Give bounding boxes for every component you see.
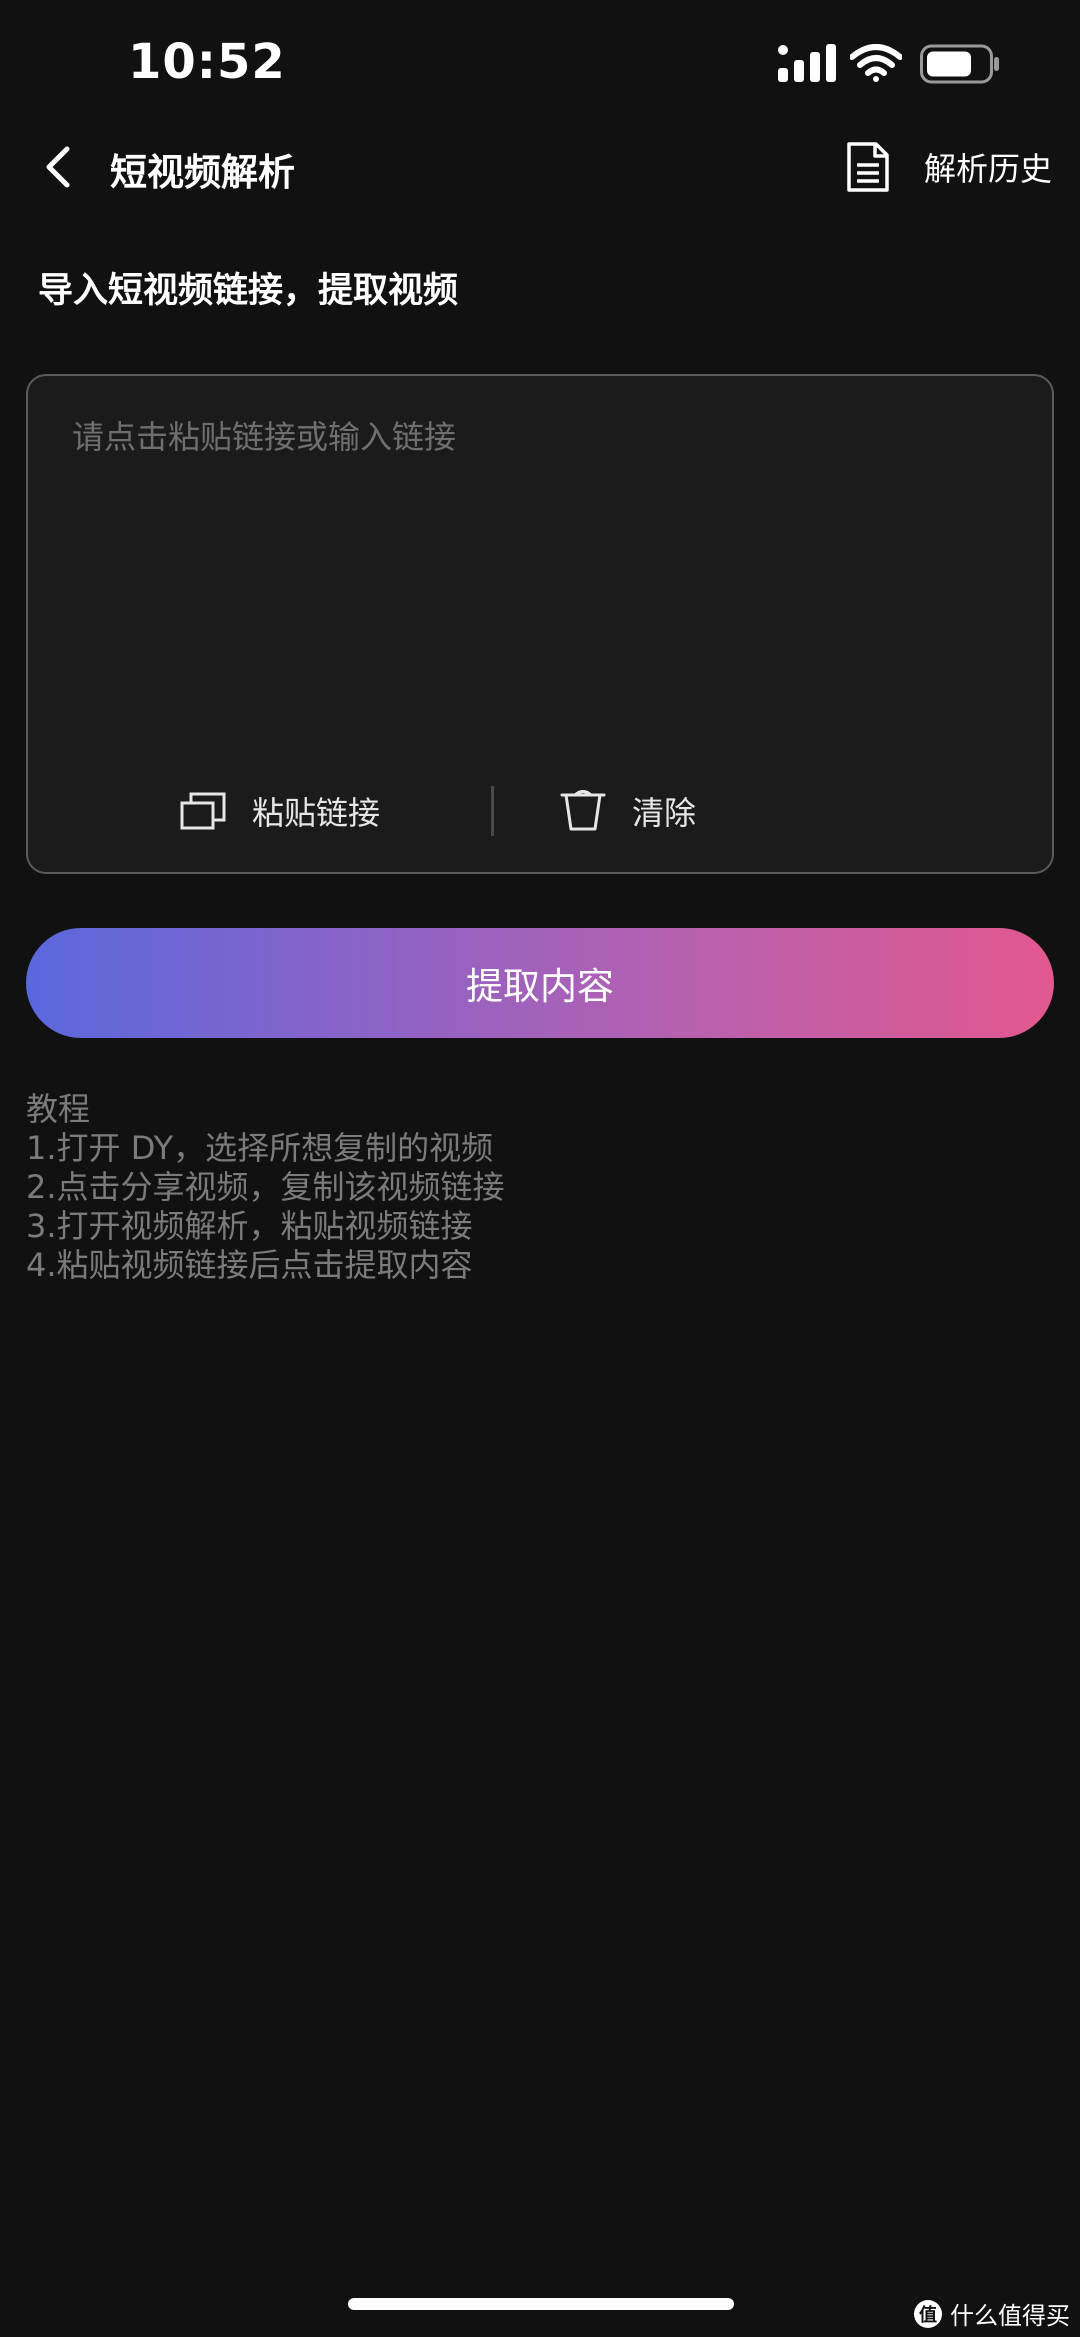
extract-content-label: 提取内容 (466, 966, 614, 1007)
watermark-text: 什么值得买 (950, 2302, 1070, 2330)
cellular-signal-icon (778, 44, 836, 82)
section-subtitle: 导入短视频链接，提取视频 (38, 271, 459, 311)
copy-icon (180, 792, 226, 830)
nav-bar: 短视频解析 解析历史 (0, 126, 1080, 208)
paste-link-label: 粘贴链接 (252, 794, 381, 832)
watermark: 值 什么值得买 (914, 2296, 1070, 2331)
wifi-icon (850, 44, 902, 82)
page-title: 短视频解析 (110, 151, 295, 194)
clear-button[interactable]: 清除 (560, 784, 696, 838)
tutorial-step: 1.打开 DY，选择所想复制的视频 (26, 1129, 494, 1167)
status-time: 10:52 (128, 34, 286, 90)
document-icon (847, 142, 889, 192)
chevron-left-icon (46, 146, 70, 188)
link-input[interactable] (72, 412, 1012, 652)
action-divider (491, 786, 494, 836)
history-label: 解析历史 (923, 150, 1052, 188)
home-indicator[interactable] (348, 2298, 734, 2310)
tutorial-section: 教程 1.打开 DY，选择所想复制的视频 2.点击分享视频，复制该视频链接 3.… (26, 1090, 1026, 1285)
tutorial-step: 3.打开视频解析，粘贴视频链接 (26, 1207, 473, 1245)
card-actions: 粘贴链接 清除 (28, 776, 1052, 846)
clear-label: 清除 (632, 794, 697, 832)
back-button[interactable] (28, 136, 88, 198)
tutorial-title: 教程 (26, 1090, 91, 1128)
paste-link-button[interactable]: 粘贴链接 (180, 784, 380, 838)
watermark-logo: 值 (914, 2299, 942, 2328)
link-input-card: 粘贴链接 清除 (26, 374, 1054, 874)
tutorial-step: 4.粘贴视频链接后点击提取内容 (26, 1246, 473, 1284)
battery-icon (920, 44, 999, 84)
trash-icon (560, 790, 606, 831)
tutorial-step: 2.点击分享视频，复制该视频链接 (26, 1168, 505, 1206)
history-button[interactable]: 解析历史 (846, 136, 1052, 198)
extract-content-button[interactable]: 提取内容 (26, 928, 1054, 1038)
status-bar: 10:52 (0, 0, 1080, 126)
